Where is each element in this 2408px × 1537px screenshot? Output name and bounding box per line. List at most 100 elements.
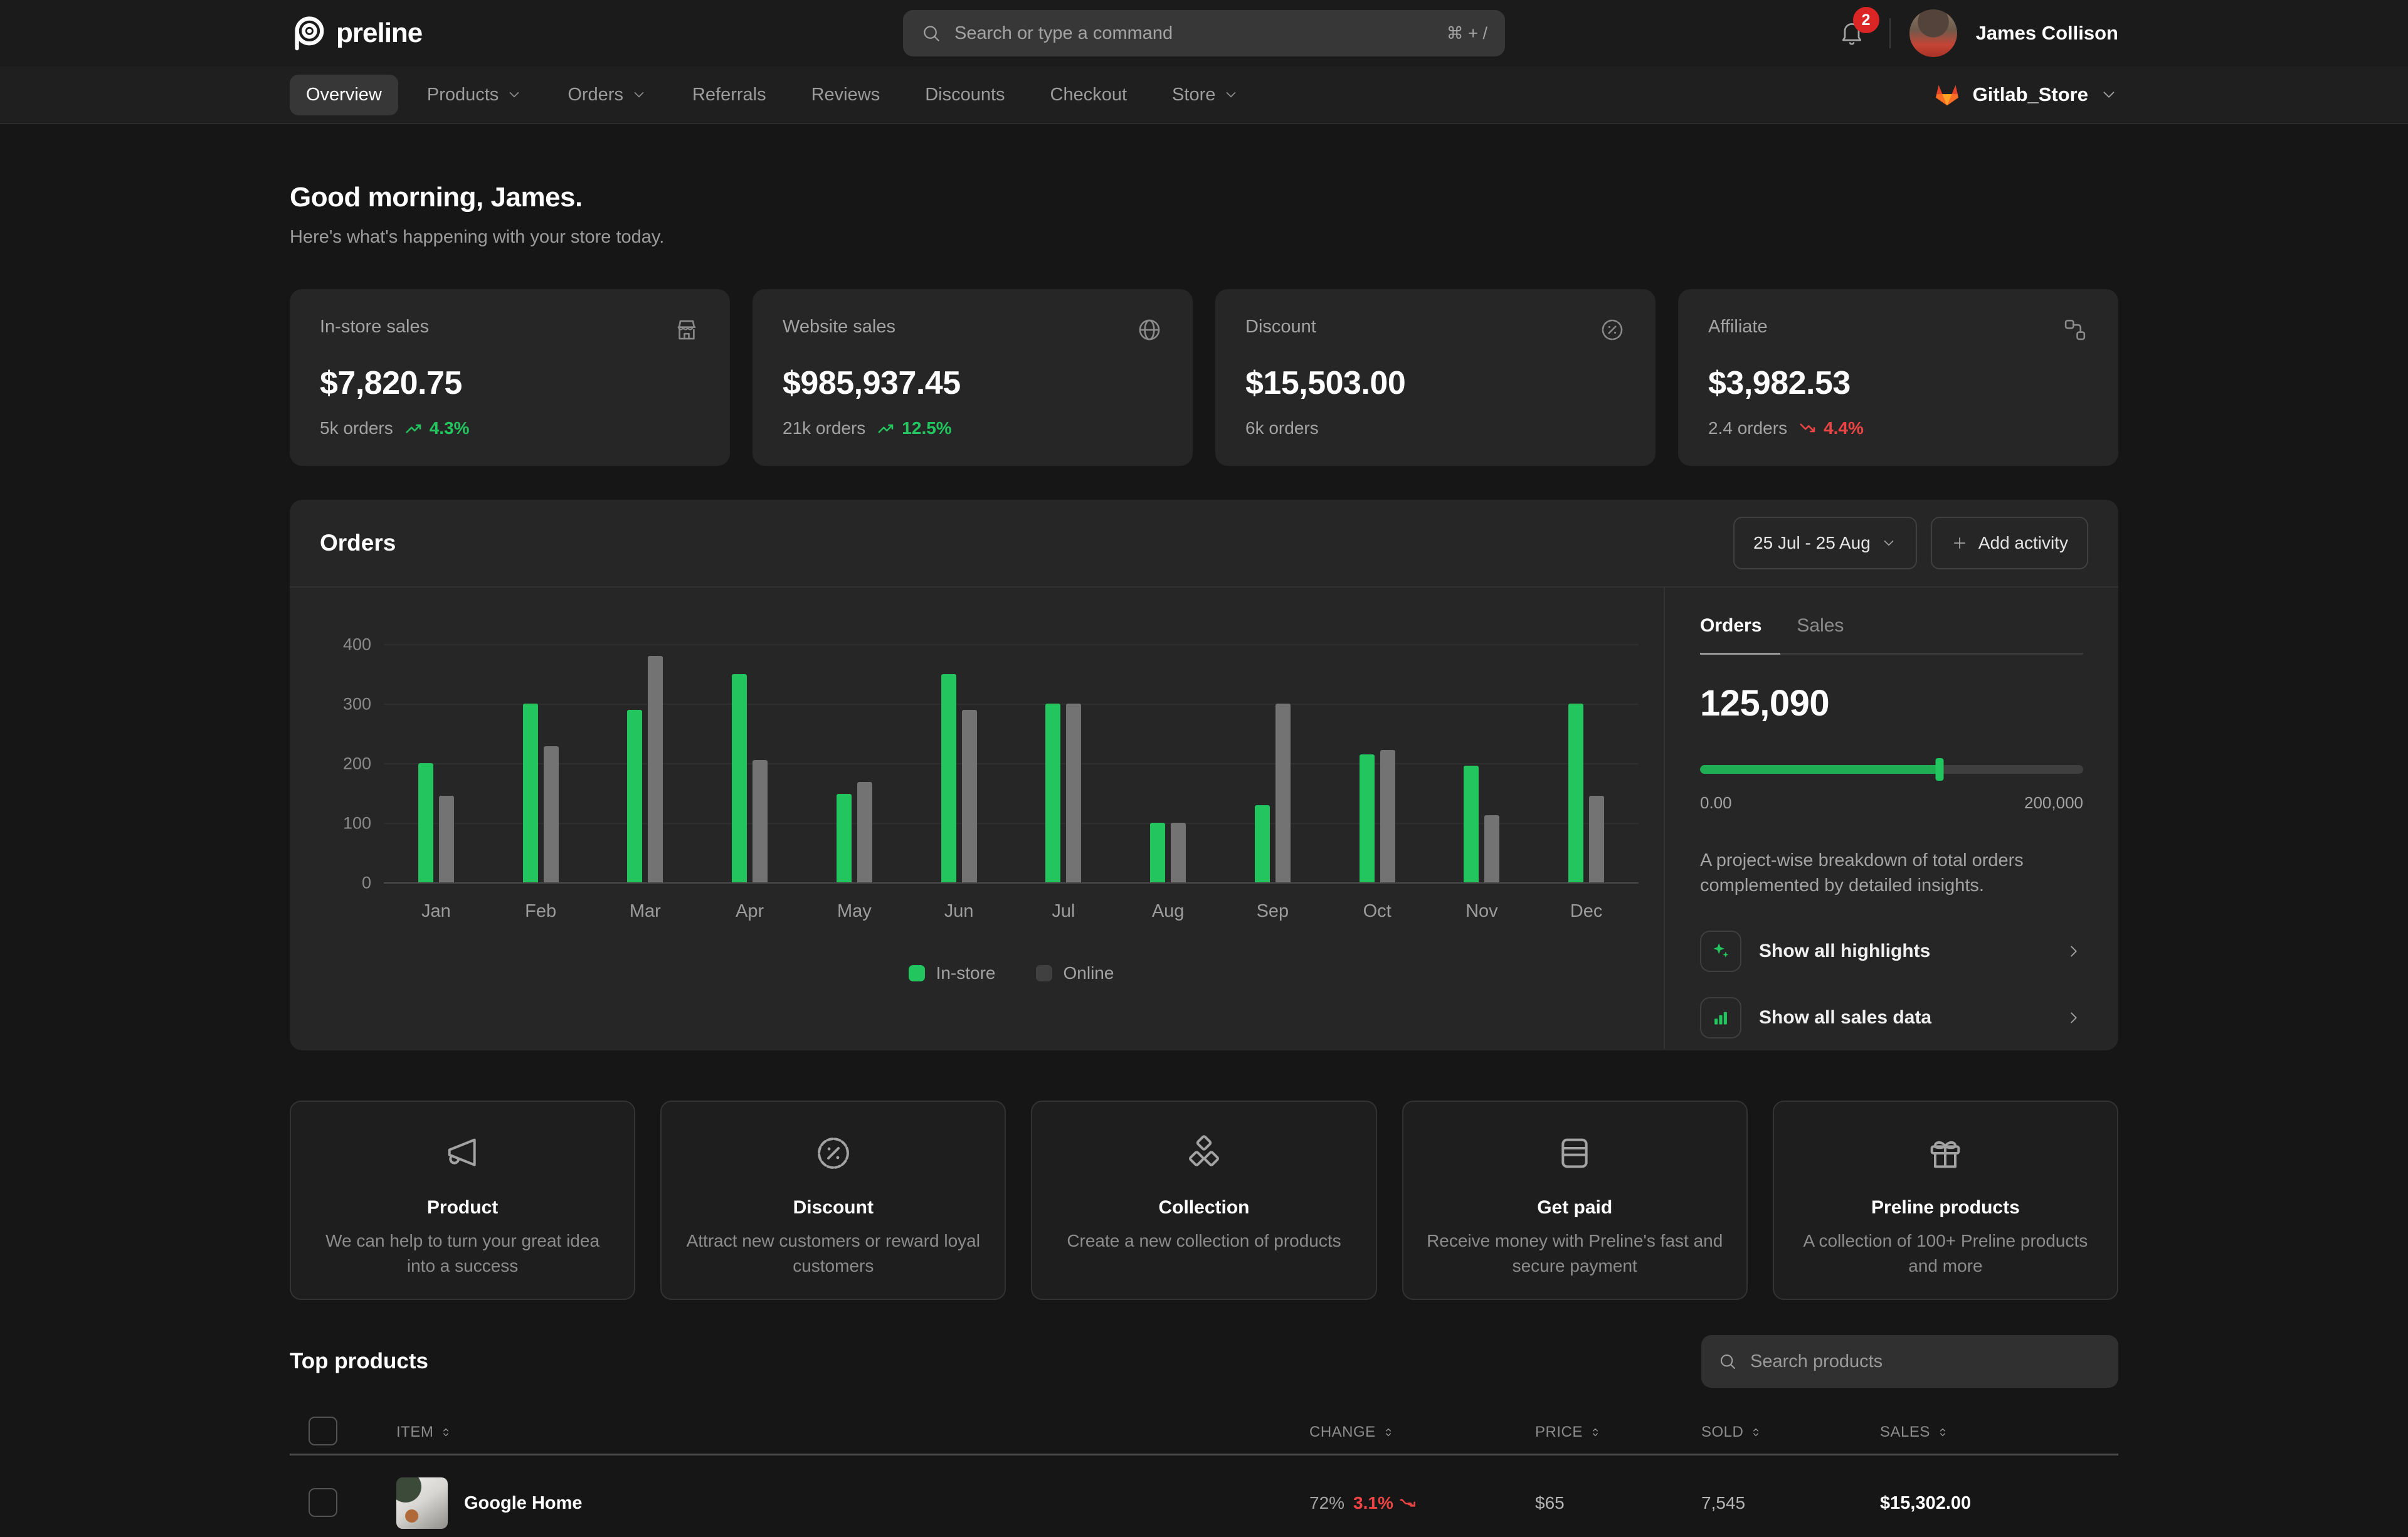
stat-orders: 6k orders [1245,418,1319,438]
nav-item-store[interactable]: Store [1156,75,1255,115]
bar-online-mar[interactable] [648,656,663,882]
bar-in-store-apr[interactable] [732,674,747,883]
add-activity-button[interactable]: Add activity [1931,517,2088,569]
stat-card-website-sales[interactable]: Website sales $985,937.45 21k orders 12.… [752,289,1193,466]
bar-online-jun[interactable] [962,710,977,883]
feature-desc: A collection of 100+ Preline products an… [1797,1228,2094,1279]
show-all-sales-data-link[interactable]: Show all sales data [1700,997,2083,1038]
nav-item-referrals[interactable]: Referrals [676,75,783,115]
legend-item-in-store: In-store [909,963,996,983]
bar-in-store-jun[interactable] [941,674,956,883]
bar-in-store-jul[interactable] [1045,704,1060,882]
bar-chart-icon [1700,997,1741,1038]
gitlab-icon [1933,80,1962,109]
credit-card-icon [1555,1133,1595,1173]
orders-chart-months: JanFebMarAprMayJunJulAugSepOctNovDec [384,901,1639,922]
products-search-input[interactable] [1750,1351,2102,1372]
slider-track [1700,765,2083,774]
chevron-right-icon [2064,1008,2083,1027]
bar-online-apr[interactable] [752,760,768,882]
nav-item-reviews[interactable]: Reviews [795,75,897,115]
brand-name: preline [336,18,422,49]
bar-online-oct[interactable] [1380,750,1395,882]
row-checkbox[interactable] [309,1488,337,1517]
table-row-google-home[interactable]: Google Home 72% 3.1% $65 7,545 $15,302.0… [290,1455,2118,1537]
store-switcher[interactable]: Gitlab_Store [1933,80,2118,109]
bar-online-aug[interactable] [1171,823,1186,882]
search-input[interactable] [954,23,1434,44]
y-tick-label: 400 [321,635,371,655]
trending-up-icon [877,419,895,438]
bar-in-store-oct[interactable] [1360,754,1375,882]
tab-sales[interactable]: Sales [1797,615,1844,653]
x-tick-feb: Feb [488,901,593,922]
bar-in-store-sep[interactable] [1255,805,1270,883]
column-header-item[interactable]: ITEM [396,1423,1309,1441]
feature-card-collection[interactable]: Collection Create a new collection of pr… [1031,1101,1376,1300]
feature-card-get-paid[interactable]: Get paid Receive money with Preline's fa… [1402,1101,1748,1300]
bar-online-nov[interactable] [1484,815,1499,882]
feature-card-product[interactable]: Product We can help to turn your great i… [290,1101,635,1300]
show-all-highlights-link[interactable]: Show all highlights [1700,931,2083,972]
bar-in-store-may[interactable] [837,794,852,882]
bar-in-store-feb[interactable] [523,704,538,882]
slider-min-label: 0.00 [1700,793,1732,813]
trending-down-icon [1798,419,1817,438]
orders-slider[interactable] [1700,758,2083,781]
x-tick-oct: Oct [1325,901,1430,922]
nav-item-checkout[interactable]: Checkout [1034,75,1144,115]
bar-online-dec[interactable] [1589,796,1604,882]
feature-card-preline-products[interactable]: Preline products A collection of 100+ Pr… [1773,1101,2118,1300]
bar-group-jun [907,644,1011,882]
feature-card-discount[interactable]: Discount Attract new customers or reward… [660,1101,1006,1300]
nav-item-overview[interactable]: Overview [290,75,398,115]
bar-in-store-mar[interactable] [627,710,642,883]
feature-desc: Receive money with Preline's fast and se… [1426,1228,1724,1279]
bar-in-store-nov[interactable] [1464,766,1479,882]
bar-in-store-dec[interactable] [1568,704,1583,882]
bar-group-dec [1534,644,1639,882]
y-tick-label: 200 [321,754,371,774]
column-header-price[interactable]: PRICE [1535,1423,1701,1441]
bar-online-feb[interactable] [544,746,559,882]
product-change: 72% 3.1% [1309,1493,1535,1513]
column-header-sales[interactable]: SALES [1880,1423,2099,1441]
bar-online-jan[interactable] [439,796,454,882]
bar-in-store-jan[interactable] [418,763,433,882]
nav-item-products[interactable]: Products [411,75,539,115]
megaphone-icon [443,1133,483,1173]
stat-change: 4.3% [404,418,470,438]
bar-online-may[interactable] [857,782,872,882]
stat-card-in-store-sales[interactable]: In-store sales $7,820.75 5k orders 4.3% [290,289,730,466]
bar-online-jul[interactable] [1066,704,1081,882]
legend-swatch [909,965,925,981]
avatar[interactable] [1909,9,1957,57]
stat-card-discount[interactable]: Discount $15,503.00 6k orders [1215,289,1656,466]
stat-card-affiliate[interactable]: Affiliate $3,982.53 2.4 orders 4.4% [1678,289,2118,466]
column-header-sold[interactable]: SOLD [1701,1423,1880,1441]
slider-fill [1700,765,1940,774]
slider-thumb[interactable] [1935,758,1943,781]
brand-logo[interactable]: preline [290,15,422,51]
bar-online-sep[interactable] [1275,704,1291,882]
top-products-table: ITEM CHANGE PRICE SOLD SALES [290,1410,2118,1537]
orders-chart-plot: 0100200300400 [384,644,1639,882]
feature-title: Collection [1158,1197,1249,1218]
select-all-checkbox[interactable] [309,1417,337,1445]
notifications-button[interactable]: 2 [1833,14,1871,52]
nav-item-orders[interactable]: Orders [551,75,663,115]
bar-group-aug [1116,644,1220,882]
main-nav: Overview Products Orders Referrals Revie… [0,66,2408,124]
sort-icon [1589,1426,1602,1439]
nav-item-discounts[interactable]: Discounts [909,75,1021,115]
products-search[interactable] [1701,1335,2118,1388]
bar-in-store-aug[interactable] [1150,823,1165,882]
feature-desc: Attract new customers or reward loyal cu… [684,1228,982,1279]
product-name: Google Home [464,1493,583,1514]
tab-orders[interactable]: Orders [1700,615,1761,653]
date-range-button[interactable]: 25 Jul - 25 Aug [1733,517,1917,569]
global-search[interactable]: ⌘ + / [903,10,1505,56]
bar-group-apr [697,644,802,882]
user-name[interactable]: James Collison [1976,22,2118,45]
column-header-change[interactable]: CHANGE [1309,1423,1535,1441]
